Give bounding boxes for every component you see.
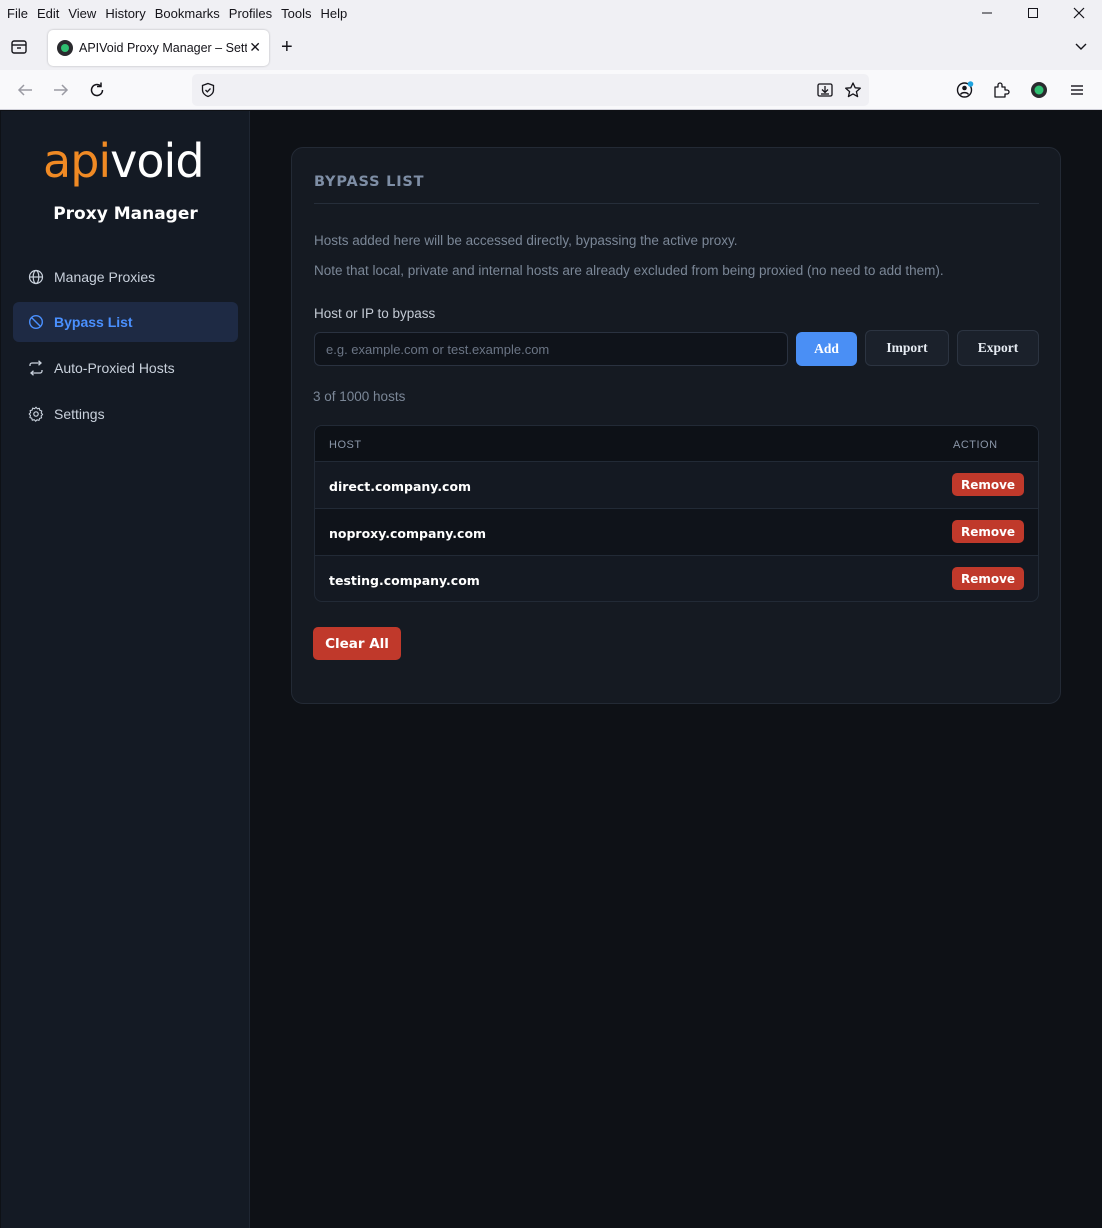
note-text: Note that local, private and internal ho…: [314, 263, 944, 278]
ban-icon: [28, 314, 44, 330]
tab-overflow-button[interactable]: [1074, 39, 1088, 58]
page-title: BYPASS LIST: [314, 174, 425, 190]
back-button[interactable]: [15, 80, 35, 100]
import-button[interactable]: Import: [865, 330, 949, 366]
column-header-action: ACTION: [953, 439, 998, 451]
menu-file[interactable]: File: [7, 6, 28, 21]
sidebar-item-label: Auto-Proxied Hosts: [54, 360, 175, 376]
host-cell: testing.company.com: [329, 573, 480, 588]
arrows-cycle-icon: [28, 360, 44, 376]
save-page-icon[interactable]: [816, 82, 834, 98]
add-button[interactable]: Add: [796, 332, 857, 366]
sidebar-item-label: Settings: [54, 406, 105, 422]
hamburger-menu-icon: [1071, 85, 1083, 95]
sidebar-item-label: Bypass List: [54, 314, 133, 330]
extensions-button[interactable]: [991, 80, 1011, 100]
bypass-table: HOST ACTION direct.company.com Remove no…: [314, 425, 1039, 602]
menu-profiles[interactable]: Profiles: [229, 6, 272, 21]
table-row: noproxy.company.com Remove: [315, 509, 1038, 556]
globe-icon: [28, 269, 44, 285]
tab-close-icon[interactable]: ✕: [249, 39, 261, 56]
host-count: 3 of 1000 hosts: [313, 389, 406, 404]
apivoid-extension-button[interactable]: [1029, 80, 1049, 100]
bypass-list-card: BYPASS LIST Hosts added here will be acc…: [291, 147, 1061, 704]
menu-bar: File Edit View History Bookmarks Profile…: [0, 0, 1102, 26]
arrow-right-icon: [54, 84, 69, 96]
gear-icon: [28, 406, 44, 422]
shield-icon[interactable]: [200, 82, 216, 98]
menu-edit[interactable]: Edit: [37, 6, 59, 21]
export-button[interactable]: Export: [957, 330, 1039, 366]
reload-button[interactable]: [87, 80, 107, 100]
tab-active[interactable]: APIVoid Proxy Manager – Settings ✕: [48, 30, 269, 66]
new-tab-icon[interactable]: +: [281, 37, 293, 57]
logo-api-text: api: [43, 134, 111, 188]
app-viewport: apivoid Proxy Manager Manage Proxies Byp…: [0, 111, 1102, 1228]
host-input[interactable]: [314, 332, 788, 366]
host-field-label: Host or IP to bypass: [314, 306, 436, 321]
account-button[interactable]: [955, 80, 975, 100]
puzzle-icon: [994, 82, 1010, 98]
menu-history[interactable]: History: [105, 6, 145, 21]
sidebar-item-label: Manage Proxies: [54, 269, 156, 285]
url-bar[interactable]: [192, 74, 869, 106]
reload-icon: [90, 82, 104, 97]
column-header-host: HOST: [329, 439, 362, 451]
app-menu-button[interactable]: [1067, 80, 1087, 100]
chevron-down-icon: [1075, 43, 1087, 50]
remove-button[interactable]: Remove: [952, 520, 1024, 543]
menu-bookmarks[interactable]: Bookmarks: [155, 6, 220, 21]
description-text: Hosts added here will be accessed direct…: [314, 233, 738, 248]
host-cell: direct.company.com: [329, 479, 472, 494]
sidebar-item-bypass-list[interactable]: Bypass List: [13, 302, 238, 342]
host-cell: noproxy.company.com: [329, 526, 487, 541]
minimize-icon: [982, 12, 992, 14]
apivoid-favicon-icon: [57, 40, 73, 56]
arrow-left-icon: [17, 84, 32, 96]
clear-all-button[interactable]: Clear All: [313, 627, 401, 660]
menu-tools[interactable]: Tools: [281, 6, 311, 21]
minimize-button[interactable]: [964, 0, 1010, 26]
tab-title: APIVoid Proxy Manager – Settings: [79, 41, 247, 55]
tab-list-icon: [11, 40, 27, 54]
close-icon: [1073, 7, 1085, 19]
forward-button[interactable]: [51, 80, 71, 100]
tab-bar: APIVoid Proxy Manager – Settings ✕ +: [0, 26, 1102, 70]
sidebar: apivoid Proxy Manager Manage Proxies Byp…: [1, 111, 250, 1228]
sidebar-item-settings[interactable]: Settings: [13, 394, 238, 434]
apivoid-extension-icon: [1031, 82, 1047, 98]
maximize-button[interactable]: [1010, 0, 1056, 26]
remove-button[interactable]: Remove: [952, 473, 1024, 496]
window-controls: [964, 0, 1102, 26]
apivoid-logo: apivoid: [43, 133, 205, 189]
remove-button[interactable]: Remove: [952, 567, 1024, 590]
logo-void-text: void: [110, 134, 204, 188]
app-title: Proxy Manager: [53, 204, 198, 224]
table-row: testing.company.com Remove: [315, 556, 1038, 601]
sidebar-item-auto-proxied-hosts[interactable]: Auto-Proxied Hosts: [13, 348, 238, 388]
title-divider: [314, 203, 1039, 204]
table-row: direct.company.com Remove: [315, 462, 1038, 509]
account-icon: [956, 81, 974, 98]
close-window-button[interactable]: [1056, 0, 1102, 26]
navigation-bar: [0, 70, 1102, 110]
menu-help[interactable]: Help: [321, 6, 348, 21]
table-header: HOST ACTION: [315, 426, 1038, 462]
tab-list-button[interactable]: [9, 38, 31, 58]
sidebar-item-manage-proxies[interactable]: Manage Proxies: [13, 257, 238, 297]
menu-view[interactable]: View: [68, 6, 96, 21]
bookmark-star-icon[interactable]: [844, 82, 862, 98]
maximize-icon: [1028, 8, 1038, 18]
